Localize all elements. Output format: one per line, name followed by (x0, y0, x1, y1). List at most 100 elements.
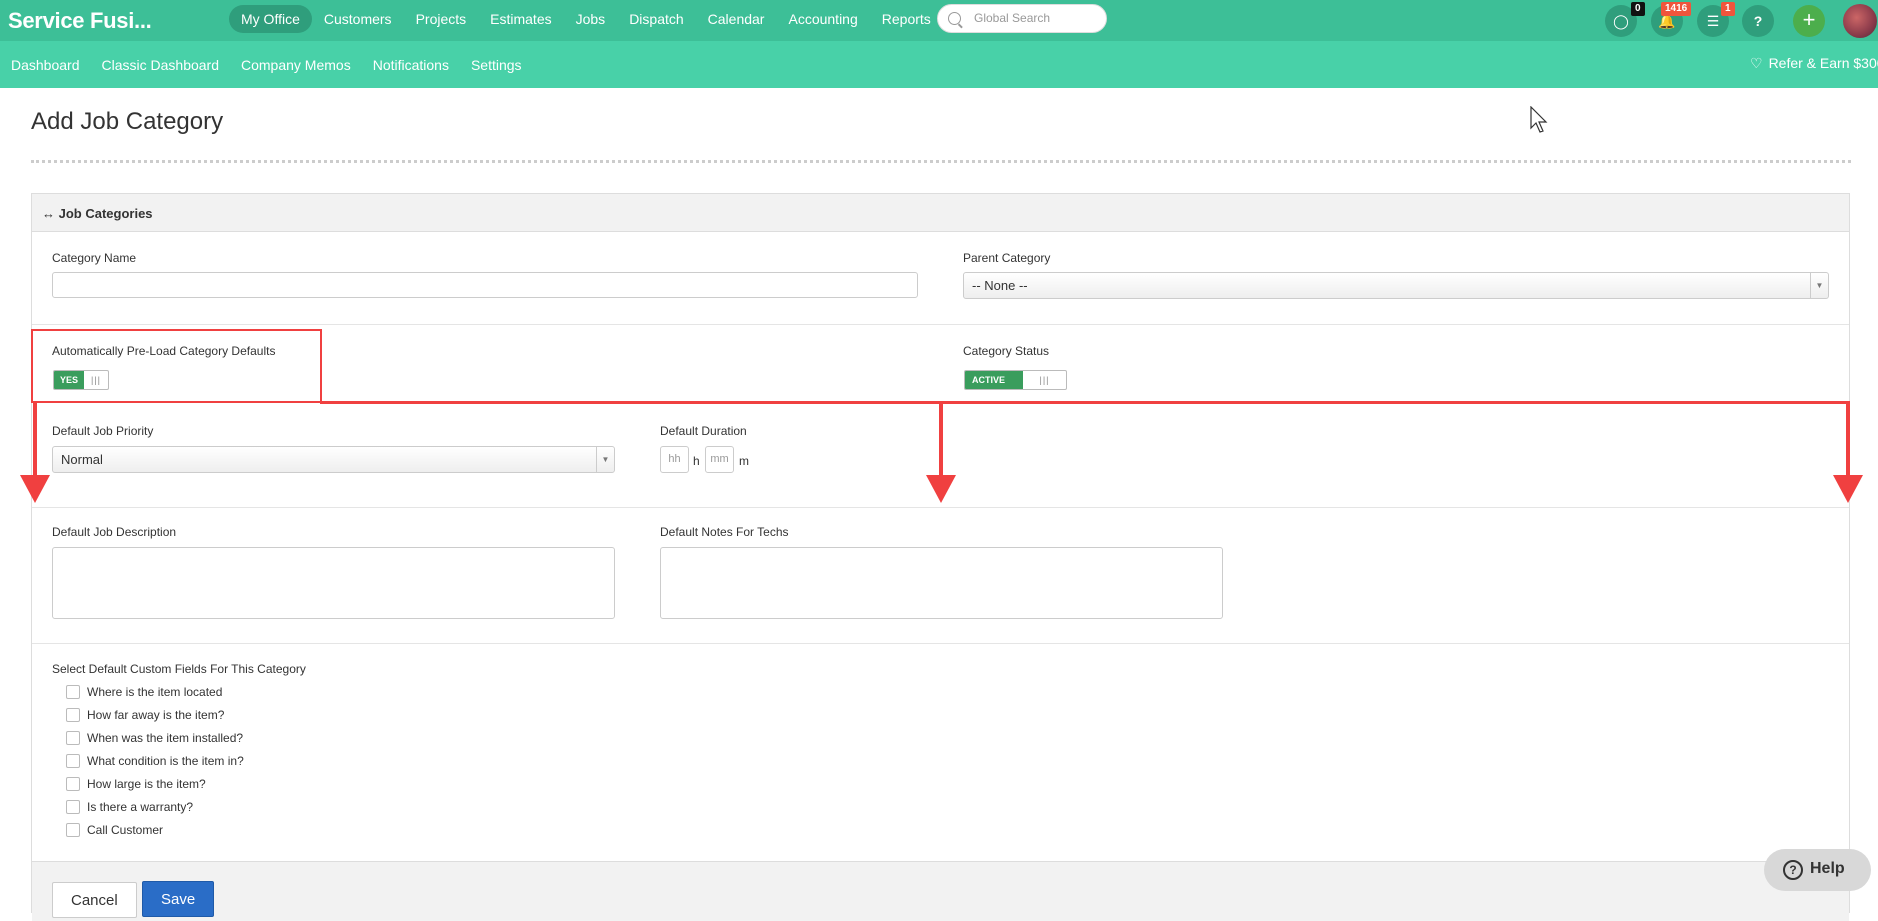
parent-category-value: -- None -- (972, 278, 1028, 293)
job-categories-panel: ↔ Job Categories Category Name Parent Ca… (31, 193, 1850, 921)
custom-field-option[interactable]: Call Customer (66, 823, 163, 837)
nav-calendar[interactable]: Calendar (696, 5, 777, 33)
subnav-classic-dashboard[interactable]: Classic Dashboard (91, 57, 231, 73)
custom-field-label: Call Customer (87, 823, 164, 837)
sub-nav: Dashboard Classic Dashboard Company Memo… (0, 41, 533, 88)
job-description-label: Default Job Description (52, 525, 177, 539)
nav-dispatch[interactable]: Dispatch (617, 5, 695, 33)
custom-field-option[interactable]: How far away is the item? (66, 708, 224, 722)
parent-category-select[interactable]: -- None -- ▼ (963, 272, 1829, 299)
subnav-dashboard[interactable]: Dashboard (0, 57, 91, 73)
panel-header: ↔ Job Categories (32, 194, 1849, 232)
heart-icon: ♡ (1750, 55, 1763, 71)
notifications-badge: 1416 (1661, 2, 1692, 16)
custom-field-option[interactable]: How large is the item? (66, 777, 206, 791)
subnav-settings[interactable]: Settings (460, 57, 533, 73)
parent-category-label: Parent Category (963, 251, 1051, 265)
custom-field-option[interactable]: Where is the item located (66, 685, 222, 699)
checkbox[interactable] (66, 731, 80, 745)
job-description-textarea[interactable] (52, 547, 615, 619)
subnav-company-memos[interactable]: Company Memos (230, 57, 362, 73)
nav-jobs[interactable]: Jobs (564, 5, 618, 33)
notes-for-techs-label: Default Notes For Techs (660, 525, 789, 539)
help-label: Help (1810, 860, 1845, 877)
refer-link[interactable]: ♡ Refer & Earn $300 (1750, 55, 1878, 72)
page-title: Add Job Category (31, 108, 224, 135)
checkbox[interactable] (66, 708, 80, 722)
custom-field-label: How far away is the item? (87, 708, 225, 722)
custom-field-label: What condition is the item in? (87, 754, 244, 768)
category-name-label: Category Name (52, 251, 137, 265)
custom-field-option[interactable]: What condition is the item in? (66, 754, 244, 768)
brand-logo[interactable]: Service Fusi... (8, 8, 152, 34)
checkbox[interactable] (66, 823, 80, 837)
top-navbar: Service Fusi... My Office Customers Proj… (0, 0, 1878, 41)
row-divider (32, 324, 1849, 325)
row-divider (32, 507, 1849, 508)
nav-my-office[interactable]: My Office (229, 5, 312, 33)
search-icon (948, 12, 961, 25)
category-status-label: Category Status (963, 344, 1050, 358)
checkbox[interactable] (66, 754, 80, 768)
category-name-input[interactable] (52, 272, 918, 298)
annotation-arrow (1833, 475, 1863, 503)
custom-field-option[interactable]: When was the item installed? (66, 731, 243, 745)
subnav-notifications[interactable]: Notifications (362, 57, 460, 73)
chat-badge: 0 (1631, 2, 1645, 16)
minutes-unit: m (739, 454, 749, 468)
custom-field-option[interactable]: Is there a warranty? (66, 800, 193, 814)
nav-estimates[interactable]: Estimates (478, 5, 563, 33)
annotation-arrow (926, 475, 956, 503)
refer-label: Refer & Earn $300 (1768, 55, 1878, 71)
priority-label: Default Job Priority (52, 424, 154, 438)
duration-minutes-input[interactable]: mm (705, 446, 734, 473)
category-status-toggle[interactable]: ACTIVE ||| (964, 370, 1067, 390)
row-divider (32, 643, 1849, 644)
panel-title: Job Categories (58, 206, 153, 221)
annotation-line (33, 401, 37, 477)
checkbox[interactable] (66, 685, 80, 699)
save-button[interactable]: Save (142, 881, 215, 917)
form-footer: Cancel Save (32, 861, 1849, 921)
notes-for-techs-textarea[interactable] (660, 547, 1223, 619)
nav-customers[interactable]: Customers (312, 5, 404, 33)
question-icon: ? (1783, 860, 1803, 880)
custom-fields-label: Select Default Custom Fields For This Ca… (52, 662, 306, 676)
global-search[interactable] (937, 4, 1107, 33)
annotation-line (939, 401, 943, 477)
annotation-line (320, 401, 1850, 404)
custom-field-label: Is there a warranty? (87, 800, 194, 814)
priority-select[interactable]: Normal ▼ (52, 446, 615, 473)
toggle-grip-icon: ||| (1039, 375, 1050, 385)
search-input[interactable] (972, 10, 1097, 26)
annotation-highlight-box (31, 329, 322, 403)
duration-hours-input[interactable]: hh (660, 446, 689, 473)
title-divider (31, 160, 1851, 163)
plus-icon[interactable]: + (1793, 5, 1825, 37)
cancel-button[interactable]: Cancel (52, 882, 137, 918)
custom-field-label: How large is the item? (87, 777, 206, 791)
avatar[interactable] (1843, 4, 1877, 38)
annotation-line (1846, 401, 1850, 477)
nav-accounting[interactable]: Accounting (776, 5, 869, 33)
help-button[interactable]: ? Help (1764, 849, 1871, 891)
hours-unit: h (693, 454, 700, 468)
nav-projects[interactable]: Projects (404, 5, 479, 33)
horizontal-arrows-icon: ↔ (42, 206, 55, 221)
priority-value: Normal (61, 452, 103, 467)
tasks-badge: 1 (1721, 2, 1735, 16)
custom-field-label: When was the item installed? (87, 731, 244, 745)
mouse-cursor-icon (1530, 106, 1548, 133)
chevron-down-icon: ▼ (1810, 273, 1828, 298)
main-nav: My Office Customers Projects Estimates J… (229, 5, 943, 33)
category-status-state: ACTIVE (965, 371, 1023, 389)
chevron-down-icon: ▼ (596, 447, 614, 472)
nav-reports[interactable]: Reports (870, 5, 943, 33)
duration-label: Default Duration (660, 424, 747, 438)
checkbox[interactable] (66, 800, 80, 814)
checkbox[interactable] (66, 777, 80, 791)
sub-navbar: Dashboard Classic Dashboard Company Memo… (0, 41, 1878, 88)
question-icon[interactable]: ? (1742, 5, 1774, 37)
annotation-arrow (20, 475, 50, 503)
custom-field-label: Where is the item located (87, 685, 223, 699)
